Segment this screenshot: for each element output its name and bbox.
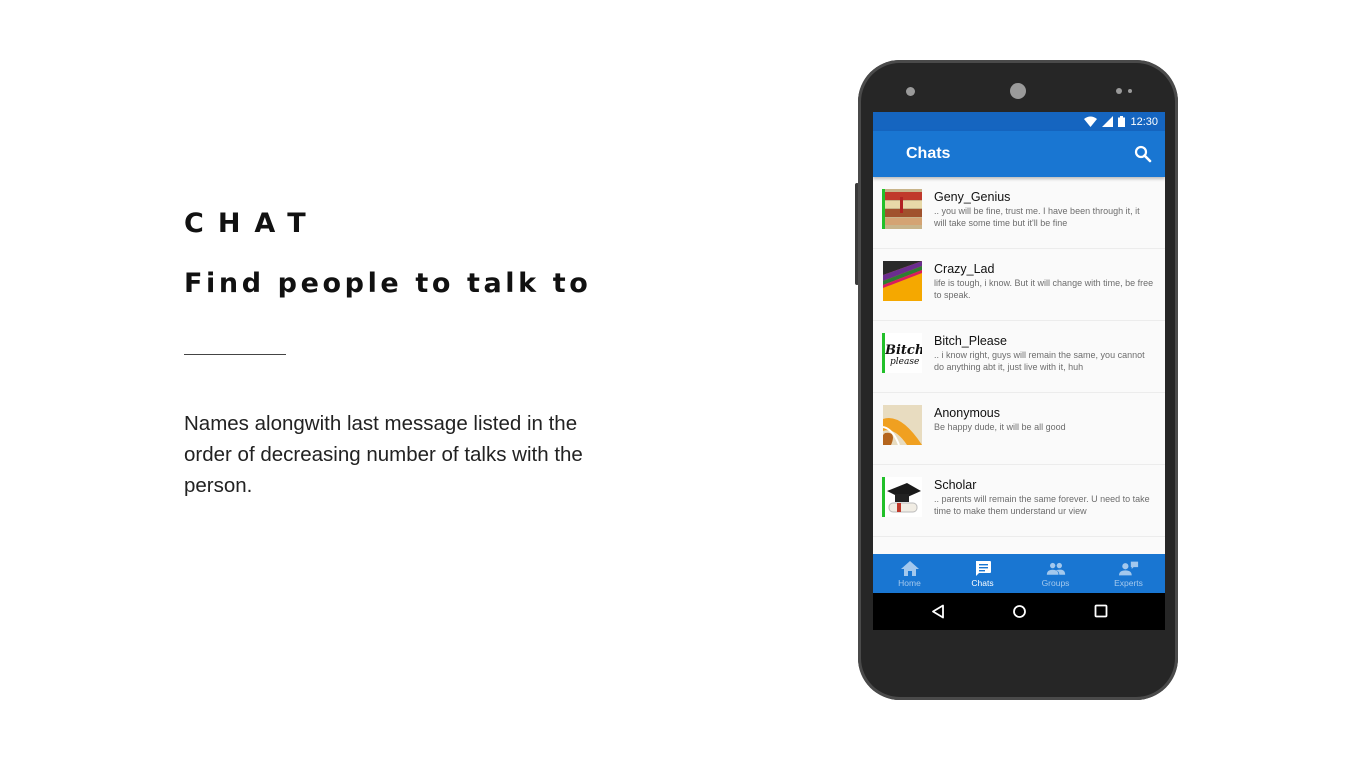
- road-image: [883, 405, 922, 445]
- phone-sensor-dot: [1128, 89, 1132, 93]
- chat-item[interactable]: Bitch please Bitch_Please .. i know righ…: [873, 321, 1165, 393]
- expert-icon: [1118, 561, 1138, 576]
- nav-label: Groups: [1041, 578, 1070, 588]
- nav-experts[interactable]: Experts: [1092, 554, 1165, 593]
- slide-title: CHAT: [184, 208, 320, 239]
- chat-item[interactable]: Anonymous Be happy dude, it will be all …: [873, 393, 1165, 465]
- chat-item[interactable]: Scholar .. parents will remain the same …: [873, 465, 1165, 537]
- color-paper-image: [883, 261, 922, 301]
- phone-sensor-dot: [906, 87, 915, 96]
- search-icon[interactable]: [1133, 144, 1153, 164]
- chat-name: Scholar: [934, 478, 977, 492]
- avatar: [883, 405, 922, 445]
- back-icon[interactable]: [931, 604, 945, 619]
- chat-name: Bitch_Please: [934, 334, 1007, 348]
- avatar: Bitch please: [883, 333, 922, 373]
- signal-icon: [1102, 116, 1114, 127]
- nav-label: Chats: [971, 578, 994, 588]
- slide-description: Names alongwith last message listed in t…: [184, 412, 583, 497]
- chat-last-message: .. i know right, guys will remain the sa…: [934, 350, 1145, 372]
- chat-name: Geny_Genius: [934, 190, 1011, 204]
- chat-item[interactable]: Crazy_Lad life is tough, i know. But it …: [873, 249, 1165, 321]
- bottom-nav: Home Chats Groups Experts: [873, 554, 1165, 593]
- books-image: [883, 189, 922, 229]
- nav-label: Experts: [1114, 578, 1143, 588]
- avatar: [883, 189, 922, 229]
- home-circle-icon[interactable]: [1012, 604, 1027, 619]
- nav-chats[interactable]: Chats: [946, 554, 1019, 593]
- slide-subtitle: Find people to talk to: [184, 268, 592, 299]
- system-nav-bar: [873, 593, 1165, 630]
- chat-last-message: Be happy dude, it will be all good: [934, 422, 1066, 432]
- group-icon: [1046, 562, 1065, 575]
- chat-icon: [975, 561, 991, 576]
- nav-home[interactable]: Home: [873, 554, 946, 593]
- app-bar: Chats: [873, 131, 1165, 177]
- phone-screen: 12:30 Chats Geny_Genius .. you will be f…: [873, 112, 1165, 630]
- phone-sensor-dot: [1116, 88, 1122, 94]
- online-indicator: [882, 477, 885, 517]
- battery-icon: [1118, 116, 1126, 127]
- status-bar: 12:30: [873, 112, 1165, 131]
- online-indicator: [882, 333, 885, 373]
- recents-icon[interactable]: [1094, 604, 1108, 618]
- chat-item[interactable]: Geny_Genius .. you will be fine, trust m…: [873, 177, 1165, 249]
- slide-divider: [184, 354, 286, 355]
- nav-label: Home: [898, 578, 921, 588]
- page-title: Chats: [906, 145, 951, 162]
- online-indicator: [882, 189, 885, 229]
- svg-text:please: please: [890, 357, 919, 367]
- home-icon: [900, 561, 919, 576]
- chat-name: Anonymous: [934, 406, 1001, 420]
- chat-last-message: .. you will be fine, trust me. I have be…: [934, 206, 1140, 228]
- chat-last-message: .. parents will remain the same forever.…: [934, 494, 1150, 516]
- status-time: 12:30: [1130, 115, 1158, 128]
- avatar: [883, 261, 922, 301]
- svg-text:Bitch: Bitch: [884, 343, 922, 358]
- chat-last-message: life is tough, i know. But it will chang…: [934, 278, 1154, 300]
- nav-groups[interactable]: Groups: [1019, 554, 1092, 593]
- chat-list: Geny_Genius .. you will be fine, trust m…: [873, 177, 1165, 554]
- wifi-icon: [1084, 116, 1098, 127]
- phone-camera: [1010, 83, 1026, 99]
- chat-name: Crazy_Lad: [934, 262, 995, 276]
- graduation-cap-image: [883, 477, 922, 517]
- avatar: [883, 477, 922, 517]
- text-logo-image: Bitch please: [883, 333, 922, 373]
